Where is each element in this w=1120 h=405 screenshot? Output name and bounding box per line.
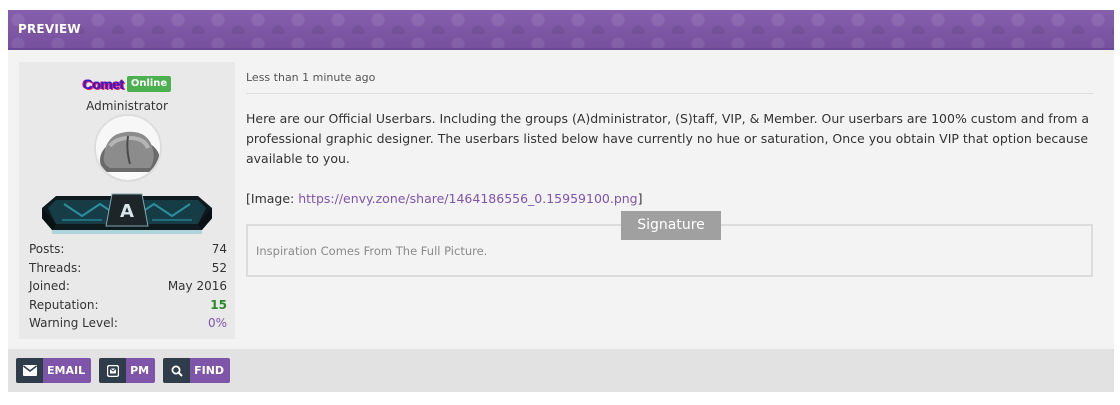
- stat-label: Threads:: [29, 260, 82, 275]
- post-content: Less than 1 minute ago Here are our Offi…: [246, 62, 1093, 209]
- stat-value[interactable]: 74: [212, 240, 227, 259]
- stat-label: Posts:: [29, 242, 65, 256]
- warning-level-value[interactable]: 0%: [208, 314, 227, 333]
- stat-threads: Threads: 52: [29, 259, 227, 278]
- stat-reputation: Reputation: 15: [29, 296, 227, 315]
- username-row: Comet Online: [19, 76, 235, 92]
- image-prefix: [Image:: [246, 191, 299, 206]
- signature-text: Inspiration Comes From The Full Picture.: [256, 244, 488, 258]
- userbar-letter: A: [120, 201, 134, 222]
- image-link[interactable]: https://envy.zone/share/1464186556_0.159…: [298, 191, 637, 206]
- user-stats: Posts: 74 Threads: 52 Joined: May 2016 R…: [29, 240, 227, 333]
- stat-warning-level: Warning Level: 0%: [29, 314, 227, 333]
- envelope-icon: [16, 358, 43, 383]
- panel-header: PREVIEW: [8, 10, 1114, 50]
- online-status-badge: Online: [126, 76, 172, 92]
- image-placeholder: [Image: https://envy.zone/share/14641865…: [246, 189, 1093, 209]
- search-icon: [163, 358, 191, 383]
- user-role: Administrator: [86, 99, 168, 113]
- signature-label: Signature: [621, 211, 721, 240]
- avatar-image: [96, 116, 160, 180]
- stat-label: Reputation:: [29, 297, 99, 312]
- find-button[interactable]: FIND: [163, 358, 231, 383]
- post-footer: EMAIL PM FIND: [8, 349, 1114, 392]
- username-link[interactable]: Comet: [83, 76, 125, 92]
- avatar[interactable]: [94, 114, 162, 182]
- pm-button[interactable]: PM: [99, 358, 156, 383]
- post-body: Here are our Official Userbars. Includin…: [246, 94, 1093, 209]
- stat-posts: Posts: 74: [29, 240, 227, 259]
- find-label: FIND: [190, 358, 231, 383]
- pm-label: PM: [126, 358, 156, 383]
- stat-value[interactable]: 52: [212, 259, 227, 278]
- email-label: EMAIL: [43, 358, 92, 383]
- reputation-value[interactable]: 15: [210, 296, 227, 315]
- signature-box: Signature Inspiration Comes From The Ful…: [246, 211, 1093, 277]
- post-panel: PREVIEW Comet Online Administrator A Pos…: [8, 10, 1114, 392]
- message-icon: [99, 358, 127, 383]
- stat-label: Warning Level:: [29, 316, 118, 330]
- post-paragraph: Here are our Official Userbars. Includin…: [246, 111, 1090, 166]
- image-suffix: ]: [637, 191, 643, 206]
- email-button[interactable]: EMAIL: [16, 358, 92, 383]
- post-date: Less than 1 minute ago: [246, 62, 1093, 94]
- stat-label: Joined:: [29, 279, 70, 293]
- stat-value: May 2016: [167, 279, 227, 293]
- userbar-image: A: [40, 186, 214, 238]
- stat-joined: Joined: May 2016: [29, 277, 227, 296]
- user-info-panel: Comet Online Administrator A Posts: 74 T…: [19, 62, 235, 339]
- panel-title: PREVIEW: [18, 22, 81, 36]
